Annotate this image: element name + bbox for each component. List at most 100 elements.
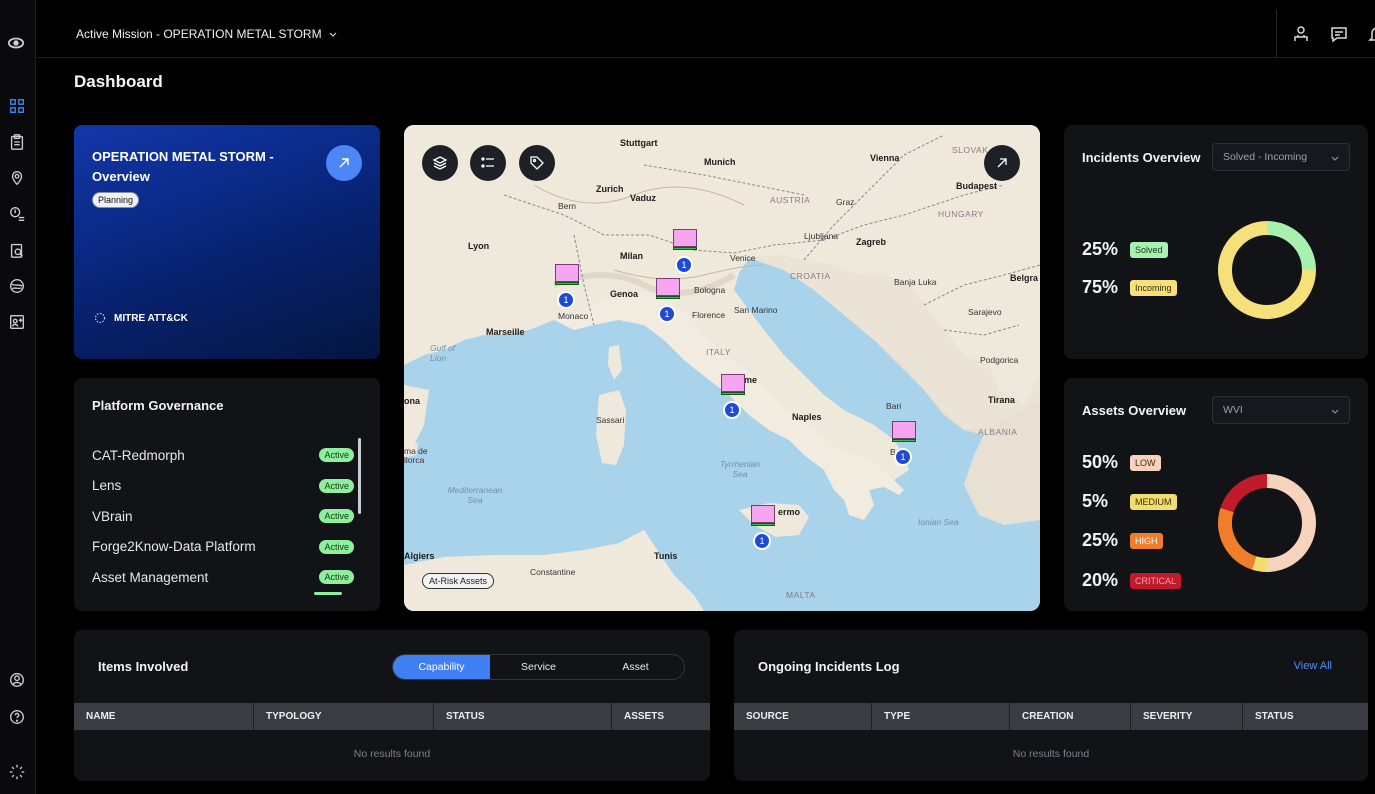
map-label: Budapest xyxy=(956,181,998,191)
log-title: Ongoing Incidents Log xyxy=(758,659,900,674)
column-header[interactable]: STATUS xyxy=(1243,703,1368,730)
donut-segment-critical[interactable] xyxy=(1220,474,1268,513)
list-icon xyxy=(481,157,494,168)
map-label: CROATIA xyxy=(790,271,831,281)
scrollbar[interactable] xyxy=(358,438,361,514)
operation-overview-card[interactable]: OPERATION METAL STORM - Overview Plannin… xyxy=(74,125,380,359)
at-risk-assets-chip[interactable]: At-Risk Assets xyxy=(422,573,495,589)
map-label: Belgra xyxy=(1010,273,1039,283)
asset-marker[interactable]: 1 xyxy=(892,421,918,466)
donut-segment-solved[interactable] xyxy=(1266,221,1316,271)
layers-button[interactable] xyxy=(422,145,458,181)
dashboard-grid-icon[interactable] xyxy=(8,97,26,115)
legend-button[interactable] xyxy=(470,145,506,181)
list-item[interactable]: CAT-Redmorph Active xyxy=(92,440,354,471)
user-settings-icon[interactable] xyxy=(8,313,26,331)
status-badge: Planning xyxy=(92,192,140,208)
incidents-donut-chart xyxy=(1218,221,1316,319)
assets-overview-card: Assets Overview WVI 50% LOW 5% MEDIUM 25… xyxy=(1064,378,1368,611)
map-label: Constantine xyxy=(530,567,576,577)
map-label: Monaco xyxy=(558,311,589,321)
chat-icon[interactable] xyxy=(1329,24,1349,44)
column-header[interactable]: TYPOLOGY xyxy=(254,703,434,730)
operator-icon[interactable] xyxy=(1291,24,1311,44)
column-header[interactable]: STATUS xyxy=(434,703,612,730)
empty-state: No results found xyxy=(353,748,431,760)
incidents-filter-select[interactable]: Solved - Incoming xyxy=(1212,143,1350,171)
donut-segment-high[interactable] xyxy=(1218,507,1257,570)
alert-list-icon[interactable] xyxy=(8,205,26,223)
column-header[interactable]: NAME xyxy=(74,703,254,730)
map-label: Milan xyxy=(620,251,644,261)
asset-marker[interactable]: 1 xyxy=(721,374,747,419)
incident-stat: 75% Incoming xyxy=(1082,277,1177,298)
platform-governance-card: Platform Governance CAT-Redmorph Active L… xyxy=(74,378,380,611)
cluster-count: 1 xyxy=(894,448,912,466)
list-item[interactable]: Asset Management Active xyxy=(92,562,354,593)
open-operation-button[interactable] xyxy=(326,145,362,181)
asset-marker[interactable]: 1 xyxy=(656,278,682,323)
column-header[interactable]: CREATION xyxy=(1010,703,1131,730)
column-header[interactable]: ASSETS xyxy=(612,703,710,730)
incidents-log-card: Ongoing Incidents Log View All SOURCE TY… xyxy=(734,630,1368,781)
column-header[interactable]: TYPE xyxy=(872,703,1010,730)
help-icon[interactable] xyxy=(8,708,26,726)
list-item[interactable]: VBrain Active xyxy=(92,501,354,532)
framework-name: MITRE ATT&CK xyxy=(114,312,188,324)
stat-percent: 75% xyxy=(1082,277,1119,297)
list-item[interactable]: Lens Active xyxy=(92,471,354,502)
clipboard-icon[interactable] xyxy=(8,133,26,151)
column-header[interactable]: SEVERITY xyxy=(1131,703,1243,730)
map-panel[interactable]: Stuttgart Munich Vienna SLOVAK Zurich Va… xyxy=(404,125,1040,611)
asset-marker[interactable]: 1 xyxy=(673,229,699,274)
side-rail xyxy=(0,0,36,794)
list-item[interactable]: Forge2Know-Data Platform Active xyxy=(92,532,354,563)
arrow-up-right-icon xyxy=(339,158,349,168)
top-bar: Active Mission - OPERATION METAL STORM xyxy=(36,10,1375,58)
eye-logo-icon[interactable] xyxy=(7,34,25,52)
status-badge: Active xyxy=(319,570,354,585)
map-label: Mediterranean Sea xyxy=(447,485,503,505)
tab-capability[interactable]: Capability xyxy=(393,655,490,679)
map-label: Genoa xyxy=(610,289,639,299)
stat-percent: 5% xyxy=(1082,491,1109,511)
chevron-down-icon xyxy=(1331,409,1339,414)
stat-tag: MEDIUM xyxy=(1130,493,1177,510)
map-label: Graz xyxy=(836,197,855,207)
tab-asset[interactable]: Asset xyxy=(587,655,684,679)
mission-selector[interactable]: Active Mission - OPERATION METAL STORM xyxy=(76,27,338,41)
layers-icon xyxy=(432,156,448,170)
governance-title: Platform Governance xyxy=(92,398,224,413)
tags-button[interactable] xyxy=(519,145,555,181)
stat-tag: Solved xyxy=(1130,241,1168,258)
item-name: Forge2Know-Data Platform xyxy=(92,539,256,555)
view-all-link[interactable]: View All xyxy=(1294,660,1332,672)
map-label: San Marino xyxy=(734,305,778,315)
asset-marker[interactable]: 1 xyxy=(751,505,777,550)
status-badge: Active xyxy=(319,478,354,493)
asset-stat: 25% HIGH xyxy=(1082,530,1163,551)
column-header[interactable]: SOURCE xyxy=(734,703,872,730)
asset-marker[interactable]: 1 xyxy=(555,264,581,309)
loading-spinner-icon xyxy=(8,763,26,781)
map-label: Stuttgart xyxy=(620,138,658,148)
clipboard-search-icon[interactable] xyxy=(8,241,26,259)
map-canvas[interactable] xyxy=(404,125,1040,611)
status-badge: Active xyxy=(319,448,354,463)
donut-segment-medium[interactable] xyxy=(1251,556,1268,572)
items-segmented-control: Capability Service Asset xyxy=(392,654,685,680)
map-label: Zurich xyxy=(596,184,624,194)
map-pin-icon[interactable] xyxy=(8,169,26,187)
item-name: Asset Management xyxy=(92,569,209,585)
expand-map-button[interactable] xyxy=(984,145,1020,181)
account-icon[interactable] xyxy=(8,671,26,689)
map-label: Lyon xyxy=(468,241,490,251)
donut-segment-low[interactable] xyxy=(1266,474,1316,572)
tab-service[interactable]: Service xyxy=(490,655,587,679)
notification-bell-icon[interactable] xyxy=(1367,24,1375,44)
assets-filter-select[interactable]: WVI xyxy=(1212,396,1350,424)
stat-percent: 25% xyxy=(1082,530,1119,550)
status-badge: Active xyxy=(319,539,354,554)
select-value: Solved - Incoming xyxy=(1223,151,1308,163)
globe-icon[interactable] xyxy=(8,277,26,295)
